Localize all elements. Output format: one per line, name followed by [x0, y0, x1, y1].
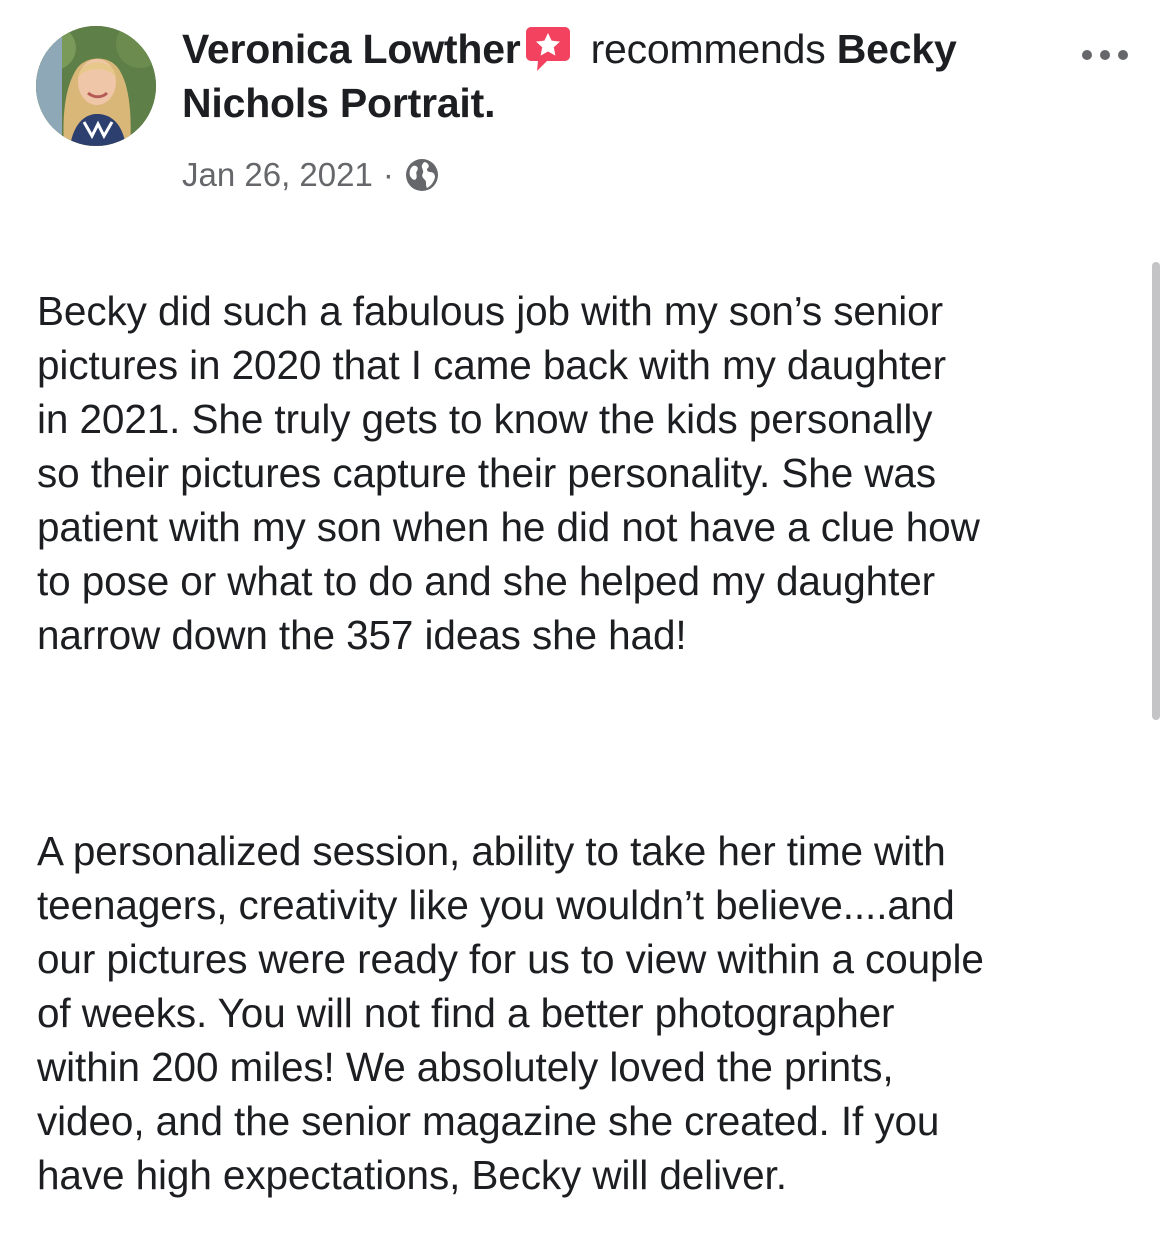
post-date[interactable]: Jan 26, 2021 [182, 156, 373, 194]
page-name-part2[interactable]: Nichols Portrait [182, 80, 484, 126]
more-options-icon [1082, 50, 1128, 60]
meta-separator: · [382, 156, 394, 193]
post-header-text: Veronica Lowther recommends Becky Nichols… [182, 22, 1062, 130]
recommendation-badge-icon [525, 25, 571, 73]
globe-icon[interactable] [404, 157, 440, 193]
scrollbar-thumb[interactable] [1152, 262, 1160, 720]
page-name-part1[interactable]: Becky [837, 26, 957, 72]
post-body: Becky did such a fabulous job with my so… [37, 230, 1147, 1256]
action-text: recommends [590, 26, 826, 72]
post-meta: Jan 26, 2021 · [182, 152, 440, 198]
avatar[interactable] [36, 26, 156, 146]
post-header: Veronica Lowther recommends Becky Nichols… [0, 0, 1169, 210]
post-paragraph-1: Becky did such a fabulous job with my so… [37, 288, 980, 658]
author-name[interactable]: Veronica Lowther [182, 26, 521, 72]
avatar-image [36, 26, 156, 146]
page-name-period: . [484, 80, 496, 126]
more-options-button[interactable] [1078, 38, 1132, 72]
post-paragraph-2: A personalized session, ability to take … [37, 828, 984, 1198]
